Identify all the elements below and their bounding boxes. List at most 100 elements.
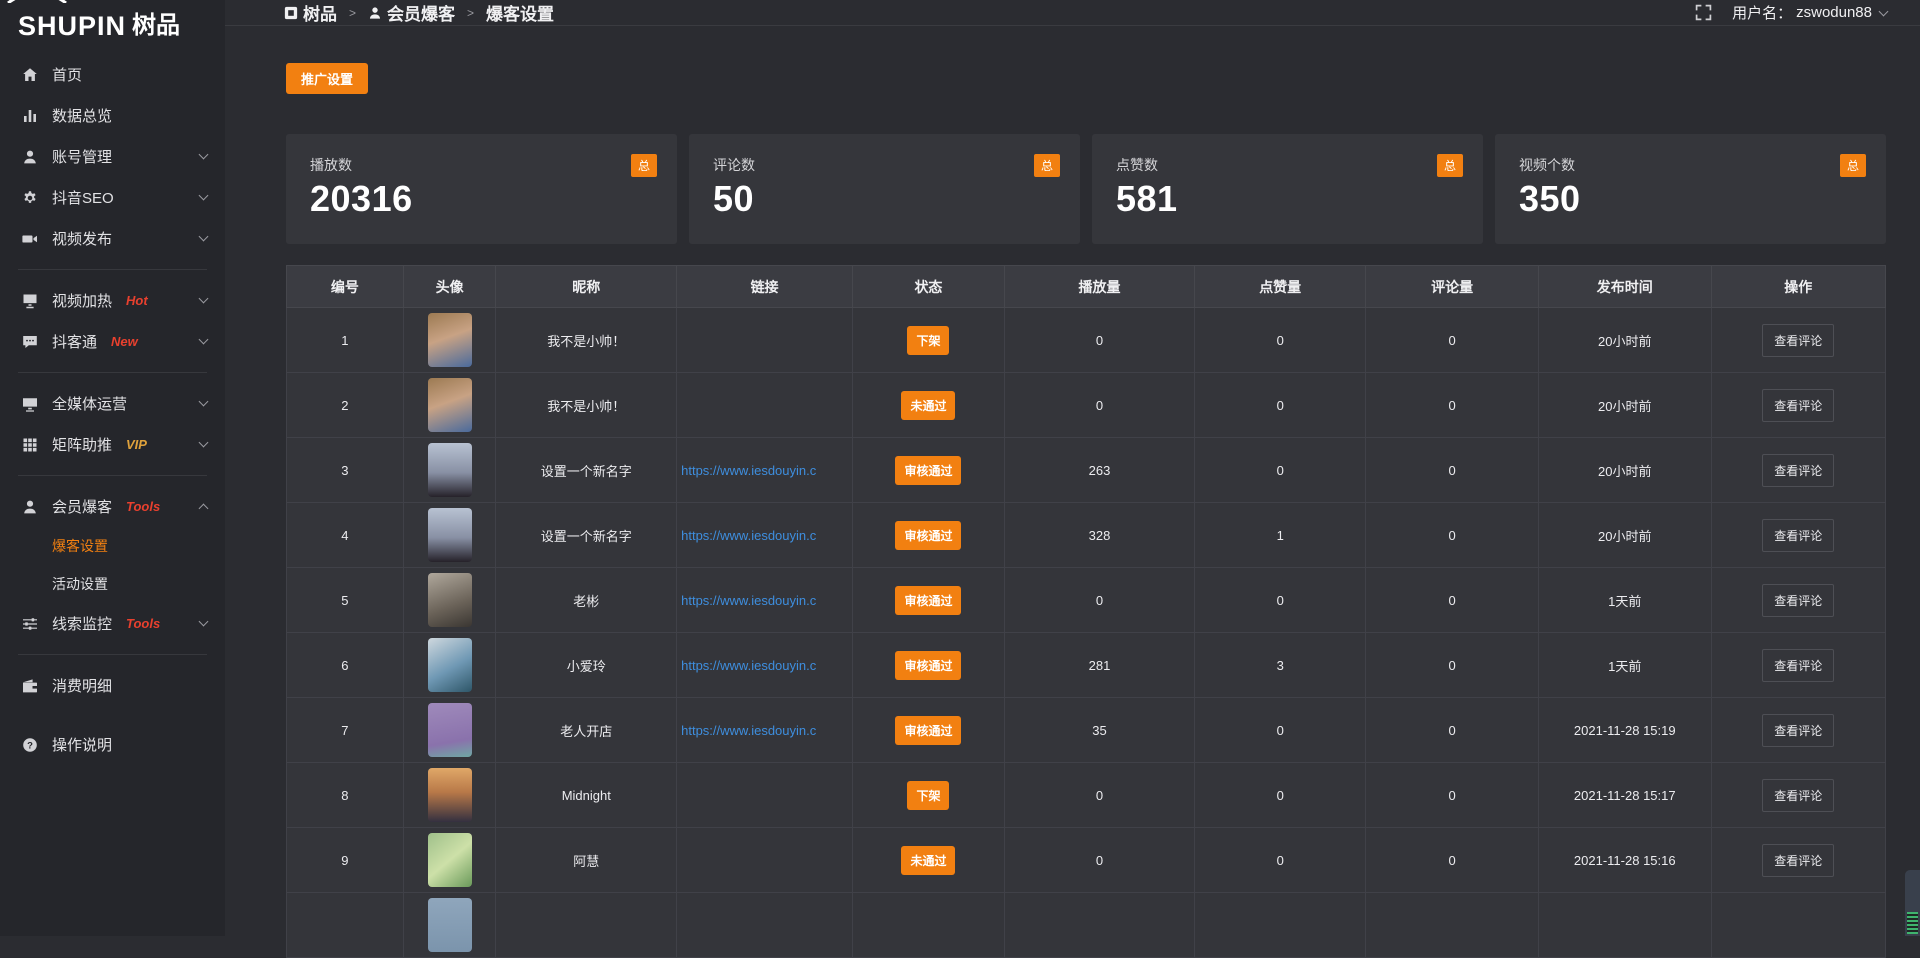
video-link[interactable]: https://www.iesdouyin.c	[677, 658, 852, 673]
sidebar-item-account-mgmt[interactable]: 账号管理	[0, 136, 225, 177]
view-comments-button[interactable]: 查看评论	[1762, 584, 1834, 617]
view-comments-button[interactable]: 查看评论	[1762, 454, 1834, 487]
sidebar: SHUPIN 树品 首页 数据总览 账号管理 抖音SEO	[0, 0, 225, 936]
col-header-actions: 操作	[1711, 266, 1885, 308]
sidebar-item-instructions[interactable]: ? 操作说明	[0, 724, 225, 765]
avatar	[428, 703, 472, 757]
scroll-widget[interactable]	[1905, 870, 1920, 936]
breadcrumb-member-baoke[interactable]: 会员爆客	[368, 0, 455, 25]
col-header-link: 链接	[677, 266, 853, 308]
avatar	[428, 833, 472, 887]
sliders-icon	[22, 616, 38, 632]
app-icon	[284, 6, 298, 20]
sidebar-divider	[18, 654, 207, 655]
chat-icon	[22, 334, 38, 350]
vip-tag: VIP	[126, 437, 147, 452]
col-header-publish-time: 发布时间	[1538, 266, 1711, 308]
cell-plays: 35	[1004, 698, 1194, 763]
total-badge: 总	[1437, 154, 1463, 177]
cell-plays: 328	[1004, 503, 1194, 568]
video-link[interactable]: https://www.iesdouyin.c	[677, 463, 852, 478]
sidebar-item-clue-monitor[interactable]: 线索监控 Tools	[0, 603, 225, 644]
fullscreen-icon[interactable]	[1695, 4, 1712, 21]
status-badge: 审核通过	[895, 521, 961, 550]
app-window: SHUPIN 树品 首页 数据总览 账号管理 抖音SEO	[0, 0, 1920, 936]
sidebar-divider	[18, 372, 207, 373]
breadcrumb-current-page: 爆客设置	[486, 0, 554, 25]
stat-card-comments: 评论数 50 总	[689, 134, 1080, 244]
cell-likes: 0	[1195, 828, 1366, 893]
sidebar-item-label: 账号管理	[52, 146, 112, 167]
sidebar-subitem-baoke-settings[interactable]: 爆客设置	[0, 527, 225, 565]
cell-comments: 0	[1366, 438, 1539, 503]
table-row: 7 老人开店 https://www.iesdouyin.c 审核通过 35 0…	[287, 698, 1886, 763]
sidebar-item-video-publish[interactable]: 视频发布	[0, 218, 225, 259]
video-link[interactable]: https://www.iesdouyin.c	[677, 593, 852, 608]
chevron-down-icon	[199, 438, 209, 448]
status-badge: 审核通过	[895, 716, 961, 745]
breadcrumb-home[interactable]: 树品	[284, 0, 337, 25]
cell-comments: 0	[1366, 373, 1539, 438]
stat-card-likes: 点赞数 581 总	[1092, 134, 1483, 244]
cell-id: 6	[287, 633, 404, 698]
cell-time	[1538, 893, 1711, 958]
grid-icon	[22, 437, 38, 453]
sidebar-item-member-baoke[interactable]: 会员爆客 Tools	[0, 486, 225, 527]
main-area: 树品 > 会员爆客 > 爆客设置 用户名：zswodun88	[225, 0, 1920, 936]
gear-icon	[22, 190, 38, 206]
sidebar-item-data-overview[interactable]: 数据总览	[0, 95, 225, 136]
sidebar-item-matrix-boost[interactable]: 矩阵助推 VIP	[0, 424, 225, 465]
sidebar-item-video-heat[interactable]: 视频加热 Hot	[0, 280, 225, 321]
stat-label: 播放数	[310, 155, 657, 175]
sidebar-item-all-media[interactable]: 全媒体运营	[0, 383, 225, 424]
table-row: 9 阿慧 未通过 0 0 0 2021-11-28 15:16 查看评论	[287, 828, 1886, 893]
avatar	[428, 768, 472, 822]
avatar	[428, 638, 472, 692]
username-dropdown[interactable]: 用户名：zswodun88	[1732, 2, 1887, 23]
cell-id: 2	[287, 373, 404, 438]
col-header-plays: 播放量	[1004, 266, 1194, 308]
stat-card-plays: 播放数 20316 总	[286, 134, 677, 244]
view-comments-button[interactable]: 查看评论	[1762, 714, 1834, 747]
cell-plays	[1004, 893, 1194, 958]
logo[interactable]: SHUPIN 树品	[0, 0, 225, 52]
view-comments-button[interactable]: 查看评论	[1762, 389, 1834, 422]
view-comments-button[interactable]: 查看评论	[1762, 649, 1834, 682]
sidebar-divider	[18, 475, 207, 476]
breadcrumb-separator: >	[467, 6, 474, 20]
sidebar-item-consumption-detail[interactable]: 消费明细	[0, 665, 225, 706]
user-icon	[22, 149, 38, 165]
cell-time: 20小时前	[1538, 503, 1711, 568]
cell-time: 1天前	[1538, 568, 1711, 633]
video-camera-icon	[22, 231, 38, 247]
cell-time: 1天前	[1538, 633, 1711, 698]
sidebar-subitem-activity-settings[interactable]: 活动设置	[0, 565, 225, 603]
cell-likes: 0	[1195, 568, 1366, 633]
promo-settings-button[interactable]: 推广设置	[286, 63, 368, 94]
view-comments-button[interactable]: 查看评论	[1762, 844, 1834, 877]
cell-id: 7	[287, 698, 404, 763]
view-comments-button[interactable]: 查看评论	[1762, 779, 1834, 812]
sidebar-item-douketong[interactable]: 抖客通 New	[0, 321, 225, 362]
sidebar-item-home[interactable]: 首页	[0, 54, 225, 95]
question-icon: ?	[22, 737, 38, 753]
cell-likes: 0	[1195, 763, 1366, 828]
view-comments-button[interactable]: 查看评论	[1762, 324, 1834, 357]
cell-likes	[1195, 893, 1366, 958]
sidebar-item-douyin-seo[interactable]: 抖音SEO	[0, 177, 225, 218]
sidebar-item-label: 抖音SEO	[52, 187, 114, 208]
cell-time: 20小时前	[1538, 438, 1711, 503]
avatar	[428, 313, 472, 367]
monitor-icon	[22, 396, 38, 412]
col-header-avatar: 头像	[403, 266, 496, 308]
cell-time: 2021-11-28 15:16	[1538, 828, 1711, 893]
avatar	[428, 508, 472, 562]
view-comments-button[interactable]: 查看评论	[1762, 519, 1834, 552]
video-link[interactable]: https://www.iesdouyin.c	[677, 723, 852, 738]
scroll-widget-stripes	[1907, 912, 1918, 934]
video-link[interactable]: https://www.iesdouyin.c	[677, 528, 852, 543]
logo-arc-icon	[6, 0, 68, 3]
sidebar-nav: 首页 数据总览 账号管理 抖音SEO 视频发布	[0, 52, 225, 765]
sidebar-item-label: 矩阵助推	[52, 434, 112, 455]
wallet-icon	[22, 678, 38, 694]
